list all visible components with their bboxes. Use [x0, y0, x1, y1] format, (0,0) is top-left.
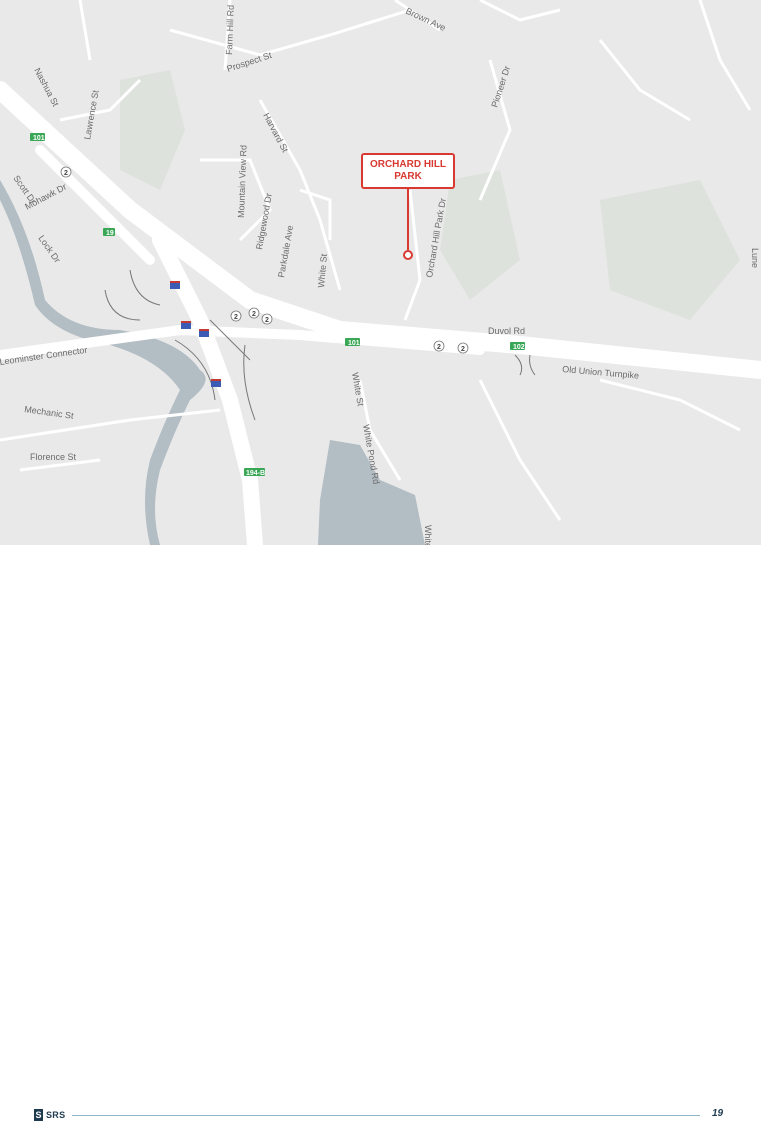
map-svg: Brown Ave Farm Hill Rd Prospect St Nashu…: [0, 0, 761, 545]
street-label-white-st-south: White St: [350, 372, 366, 408]
srs-logo-text: SRS: [46, 1110, 66, 1120]
srs-logo-icon: S: [34, 1109, 43, 1121]
street-label-harvard-st: Harvard St: [261, 111, 290, 154]
street-label-nashua-st: Nashua St: [32, 66, 61, 108]
shield-route-19: 19: [103, 228, 115, 237]
street-label-parkdale-ave: Parkdale Ave: [276, 225, 295, 279]
svg-text:2: 2: [234, 314, 238, 321]
map-canvas[interactable]: Brown Ave Farm Hill Rd Prospect St Nashu…: [0, 0, 761, 545]
street-label-farm-hill-rd: Farm Hill Rd: [224, 5, 236, 55]
orchard-hill-park-callout[interactable]: ORCHARD HILL PARK: [361, 153, 455, 189]
shield-route-2-e: 2: [433, 340, 445, 352]
svg-text:19: 19: [106, 230, 114, 237]
shield-route-102: 102: [510, 342, 525, 351]
shield-route-101-a: 101: [30, 133, 45, 142]
svg-text:2: 2: [437, 344, 441, 351]
street-label-florence-st: Florence St: [30, 452, 77, 462]
street-label-old-union-turnpike: Old Union Turnpike: [562, 364, 640, 381]
srs-logo: S SRS: [34, 1109, 65, 1121]
street-label-white-st-north: White St: [316, 253, 329, 288]
svg-text:101: 101: [33, 135, 45, 142]
shield-route-194b: 194-B: [244, 468, 265, 477]
street-label-duvol-rd: Duvol Rd: [488, 326, 525, 336]
page-number: 19: [712, 1108, 724, 1119]
svg-text:2: 2: [64, 170, 68, 177]
interstate-badge-d: [211, 379, 221, 387]
interstate-badge-a: [170, 281, 180, 289]
street-label-white-pond-partial: White: [423, 525, 433, 545]
svg-text:2: 2: [461, 346, 465, 353]
svg-text:101: 101: [348, 340, 360, 347]
svg-text:2: 2: [252, 311, 256, 318]
street-label-mountain-view-rd: Mountain View Rd: [236, 145, 249, 218]
page-footer: S SRS 19: [0, 545, 761, 1121]
street-label-lunenburg-partial: Lune: [750, 248, 760, 268]
callout-line-2: PARK: [394, 171, 422, 182]
shield-route-2-d: 2: [261, 313, 273, 325]
svg-text:194-B: 194-B: [246, 470, 265, 477]
callout-line-1: ORCHARD HILL: [369, 159, 447, 170]
shield-route-101-b: 101: [345, 338, 360, 347]
street-label-mechanic-st: Mechanic St: [24, 404, 75, 421]
shield-route-2-b: 2: [230, 310, 242, 322]
interstate-badge-b: [181, 321, 191, 329]
location-marker-icon[interactable]: [403, 250, 413, 260]
interstate-badge-c: [199, 329, 209, 337]
shield-route-2-a: 2: [60, 166, 72, 178]
svg-text:102: 102: [513, 344, 525, 351]
shield-route-2-f: 2: [457, 342, 469, 354]
shield-route-2-c: 2: [248, 307, 260, 319]
street-label-brown-ave: Brown Ave: [404, 6, 447, 33]
svg-text:2: 2: [265, 317, 269, 324]
street-label-lock-dr: Lock Dr: [36, 233, 62, 264]
footer-divider: [72, 1115, 700, 1116]
